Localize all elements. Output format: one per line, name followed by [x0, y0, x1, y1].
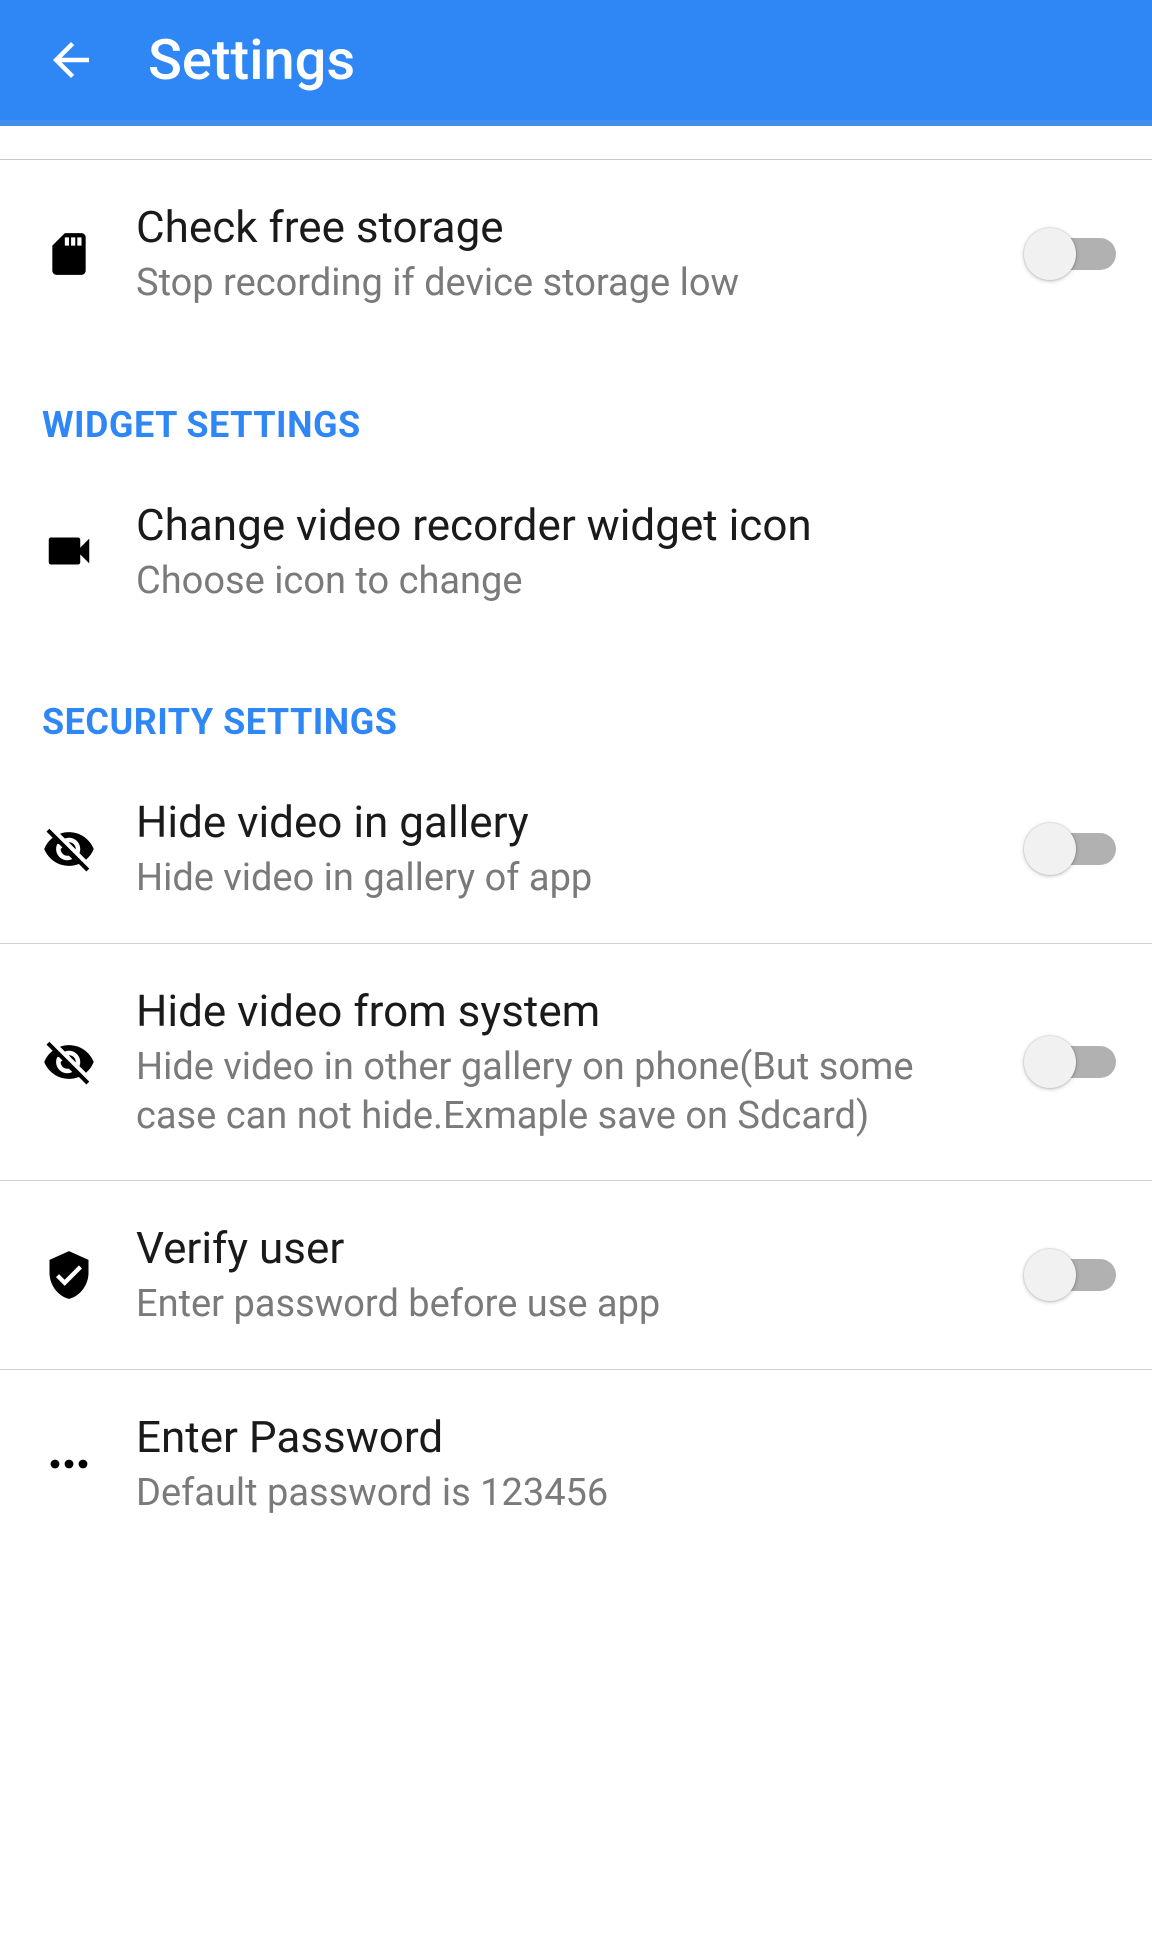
toggle-check-free-storage[interactable]	[1024, 228, 1116, 280]
row-change-widget-icon[interactable]: Change video recorder widget icon Choose…	[0, 458, 1152, 646]
back-button[interactable]	[42, 31, 100, 89]
section-security-settings: SECURITY SETTINGS	[0, 645, 1152, 755]
toggle-hide-video-system[interactable]	[1024, 1036, 1116, 1088]
row-title: Hide video in gallery	[136, 795, 984, 850]
app-bar: Settings	[0, 0, 1152, 126]
visibility-off-icon	[42, 821, 96, 877]
row-subtitle: Choose icon to change	[136, 557, 1116, 606]
row-title: Check free storage	[136, 200, 984, 255]
row-check-free-storage[interactable]: Check free storage Stop recording if dev…	[0, 160, 1152, 348]
visibility-off-icon	[42, 1034, 96, 1090]
videocam-icon	[42, 524, 96, 578]
toggle-verify-user[interactable]	[1024, 1249, 1116, 1301]
top-separator	[0, 126, 1152, 160]
sd-card-icon	[44, 224, 94, 284]
row-title: Verify user	[136, 1221, 984, 1276]
arrow-back-icon	[44, 33, 98, 87]
row-enter-password[interactable]: Enter Password Default password is 12345…	[0, 1370, 1152, 1558]
row-verify-user[interactable]: Verify user Enter password before use ap…	[0, 1181, 1152, 1370]
section-widget-settings: WIDGET SETTINGS	[0, 348, 1152, 458]
page-title: Settings	[148, 27, 355, 93]
row-subtitle: Stop recording if device storage low	[136, 259, 984, 308]
row-title: Change video recorder widget icon	[136, 498, 1116, 553]
row-title: Hide video from system	[136, 984, 984, 1039]
row-subtitle: Default password is 123456	[136, 1469, 1116, 1518]
row-subtitle: Hide video in other gallery on phone(But…	[136, 1043, 984, 1140]
row-hide-video-system[interactable]: Hide video from system Hide video in oth…	[0, 944, 1152, 1181]
row-subtitle: Enter password before use app	[136, 1280, 984, 1329]
toggle-hide-video-gallery[interactable]	[1024, 823, 1116, 875]
row-subtitle: Hide video in gallery of app	[136, 854, 984, 903]
verified-user-icon	[43, 1249, 95, 1301]
row-hide-video-gallery[interactable]: Hide video in gallery Hide video in gall…	[0, 755, 1152, 944]
row-title: Enter Password	[136, 1410, 1116, 1465]
more-horiz-icon	[45, 1440, 93, 1488]
